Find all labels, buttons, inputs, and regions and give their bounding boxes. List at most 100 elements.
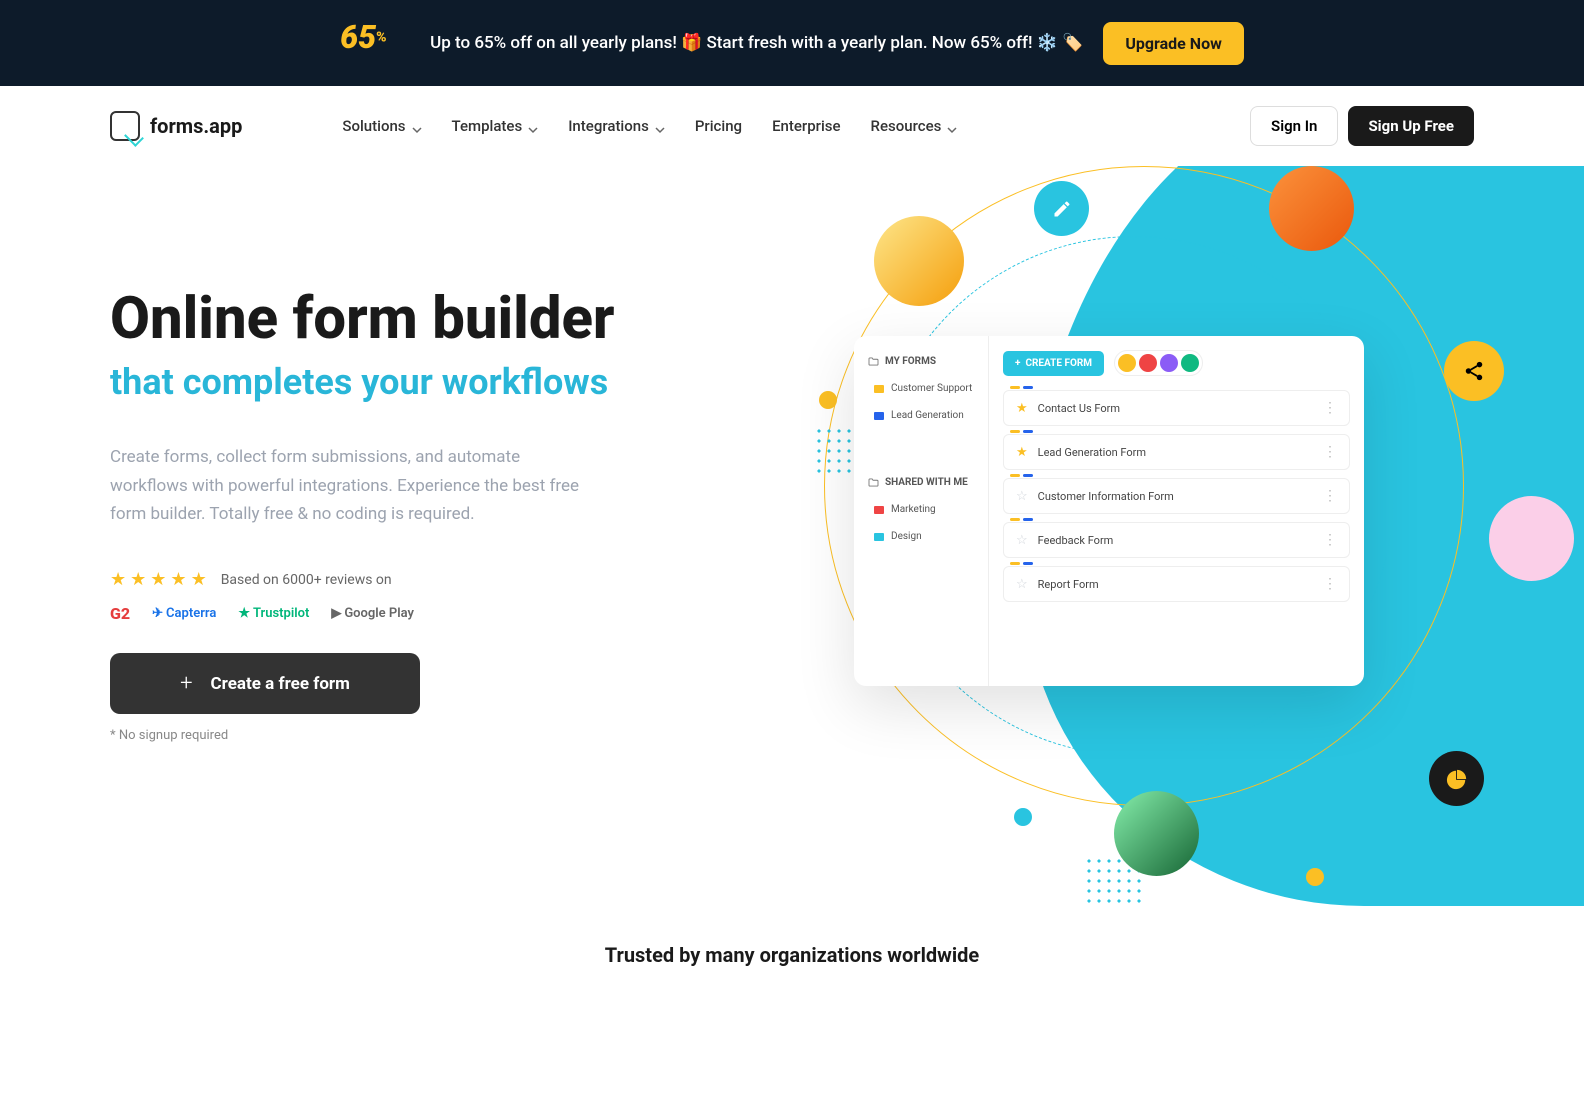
brand-name: forms.app: [150, 114, 242, 138]
create-form-button[interactable]: + CREATE FORM: [1003, 351, 1104, 376]
form-row[interactable]: ★ Contact Us Form ⋮: [1003, 390, 1350, 426]
cta-note: * No signup required: [110, 728, 765, 743]
hero-description: Create forms, collect form submissions, …: [110, 443, 580, 530]
nav-solutions[interactable]: Solutions: [342, 117, 421, 135]
form-name: Feedback Form: [1038, 534, 1114, 547]
googleplay-label: Google Play: [344, 606, 414, 621]
sidebar-section-label: SHARED WITH ME: [885, 477, 968, 488]
hero-graphic: MY FORMS Customer Support Lead Generatio…: [824, 86, 1584, 946]
more-icon[interactable]: ⋮: [1323, 576, 1337, 592]
trustpilot-logo[interactable]: ★Trustpilot: [238, 606, 309, 621]
app-preview-card: MY FORMS Customer Support Lead Generatio…: [854, 336, 1364, 686]
sidebar-item-marketing[interactable]: Marketing: [854, 496, 988, 523]
main-header: forms.app Solutions Templates Integratio…: [0, 86, 1584, 166]
nav-pricing[interactable]: Pricing: [695, 117, 742, 135]
hero-title: Online form builder: [110, 286, 765, 353]
promo-banner: 65% Up to 65% off on all yearly plans! 🎁…: [0, 0, 1584, 86]
app-sidebar: MY FORMS Customer Support Lead Generatio…: [854, 336, 989, 686]
upgrade-button[interactable]: Upgrade Now: [1103, 22, 1244, 65]
avatar: [1118, 354, 1136, 372]
form-row[interactable]: ☆ Report Form ⋮: [1003, 566, 1350, 602]
nav-integrations[interactable]: Integrations: [568, 117, 665, 135]
form-row[interactable]: ☆ Feedback Form ⋮: [1003, 522, 1350, 558]
nav-integrations-label: Integrations: [568, 117, 649, 135]
star-icon: ★: [191, 569, 207, 590]
star-icon[interactable]: ☆: [1016, 577, 1028, 592]
promo-discount-badge: 65%: [340, 18, 410, 68]
promo-badge-number: 65: [340, 18, 376, 56]
avatar: [1181, 354, 1199, 372]
app-header: + CREATE FORM: [1003, 350, 1350, 376]
review-platforms: G2 ✈Capterra ★Trustpilot ▶Google Play: [110, 604, 765, 623]
nav-pricing-label: Pricing: [695, 117, 742, 135]
star-icon[interactable]: ★: [1016, 445, 1028, 460]
sidebar-item-customer-support[interactable]: Customer Support: [854, 375, 988, 402]
form-row[interactable]: ☆ Customer Information Form ⋮: [1003, 478, 1350, 514]
star-icon[interactable]: ☆: [1016, 489, 1028, 504]
hero-content: Online form builder that completes your …: [110, 286, 765, 743]
star-icon: ★: [130, 569, 146, 590]
avatar: [874, 216, 964, 306]
promo-text: Up to 65% off on all yearly plans! 🎁 Sta…: [430, 33, 1083, 53]
sidebar-section-shared[interactable]: SHARED WITH ME: [854, 469, 988, 496]
form-name: Customer Information Form: [1038, 490, 1174, 503]
pencil-icon: [1034, 181, 1089, 236]
cta-label: Create a free form: [211, 674, 350, 694]
avatar: [1114, 791, 1199, 876]
sidebar-item-label: Lead Generation: [891, 410, 964, 421]
orbit-dot: [819, 391, 837, 409]
rating-row: ★ ★ ★ ★ ★ Based on 6000+ reviews on: [110, 569, 765, 590]
more-icon[interactable]: ⋮: [1323, 532, 1337, 548]
sidebar-section-myforms[interactable]: MY FORMS: [854, 348, 988, 375]
more-icon[interactable]: ⋮: [1323, 400, 1337, 416]
star-icon[interactable]: ☆: [1016, 533, 1028, 548]
signin-button[interactable]: Sign In: [1250, 106, 1338, 146]
logo-icon: [110, 111, 140, 141]
star-icon: ★: [110, 569, 126, 590]
create-form-cta-button[interactable]: + Create a free form: [110, 653, 420, 714]
nav-resources-label: Resources: [871, 117, 942, 135]
capterra-logo[interactable]: ✈Capterra: [152, 606, 216, 621]
folder-icon: [868, 357, 879, 366]
sidebar-item-label: Customer Support: [891, 383, 972, 394]
sidebar-item-label: Design: [891, 531, 922, 542]
app-main: + CREATE FORM ★ Contact Us Form ⋮ ★ Lead Gen…: [989, 336, 1364, 686]
sidebar-item-lead-generation[interactable]: Lead Generation: [854, 402, 988, 429]
avatar: [1139, 354, 1157, 372]
avatar: [1489, 496, 1574, 581]
folder-icon: [874, 412, 884, 420]
avatar: [1269, 166, 1354, 251]
folder-icon: [874, 506, 884, 514]
chevron-down-icon: [412, 121, 422, 131]
sidebar-item-label: Marketing: [891, 504, 936, 515]
star-icon[interactable]: ★: [1016, 401, 1028, 416]
signup-button[interactable]: Sign Up Free: [1348, 106, 1474, 146]
more-icon[interactable]: ⋮: [1323, 488, 1337, 504]
form-name: Contact Us Form: [1038, 402, 1120, 415]
form-name: Lead Generation Form: [1038, 446, 1146, 459]
form-row[interactable]: ★ Lead Generation Form ⋮: [1003, 434, 1350, 470]
collaborator-avatars[interactable]: [1114, 350, 1203, 376]
chevron-down-icon: [947, 121, 957, 131]
nav-enterprise-label: Enterprise: [772, 117, 840, 135]
capterra-label: Capterra: [166, 606, 216, 621]
trustpilot-label: Trustpilot: [253, 606, 309, 621]
promo-badge-pct: %: [376, 30, 386, 46]
form-name: Report Form: [1038, 578, 1099, 591]
forms-list: ★Contact Us Form⋮★Lead Generation Form⋮☆…: [1003, 390, 1350, 602]
googleplay-logo[interactable]: ▶Google Play: [331, 606, 414, 621]
plus-icon: +: [180, 671, 192, 696]
nav-resources[interactable]: Resources: [871, 117, 958, 135]
nav-templates[interactable]: Templates: [452, 117, 539, 135]
main-nav: Solutions Templates Integrations Pricing…: [342, 117, 957, 135]
header-actions: Sign In Sign Up Free: [1250, 106, 1474, 146]
orbit-dot: [1014, 808, 1032, 826]
sidebar-item-design[interactable]: Design: [854, 523, 988, 550]
g2-logo[interactable]: G2: [110, 604, 130, 623]
chevron-down-icon: [528, 121, 538, 131]
folder-icon: [874, 533, 884, 541]
nav-enterprise[interactable]: Enterprise: [772, 117, 840, 135]
orbit-dot: [1306, 868, 1324, 886]
logo[interactable]: forms.app: [110, 111, 242, 141]
more-icon[interactable]: ⋮: [1323, 444, 1337, 460]
